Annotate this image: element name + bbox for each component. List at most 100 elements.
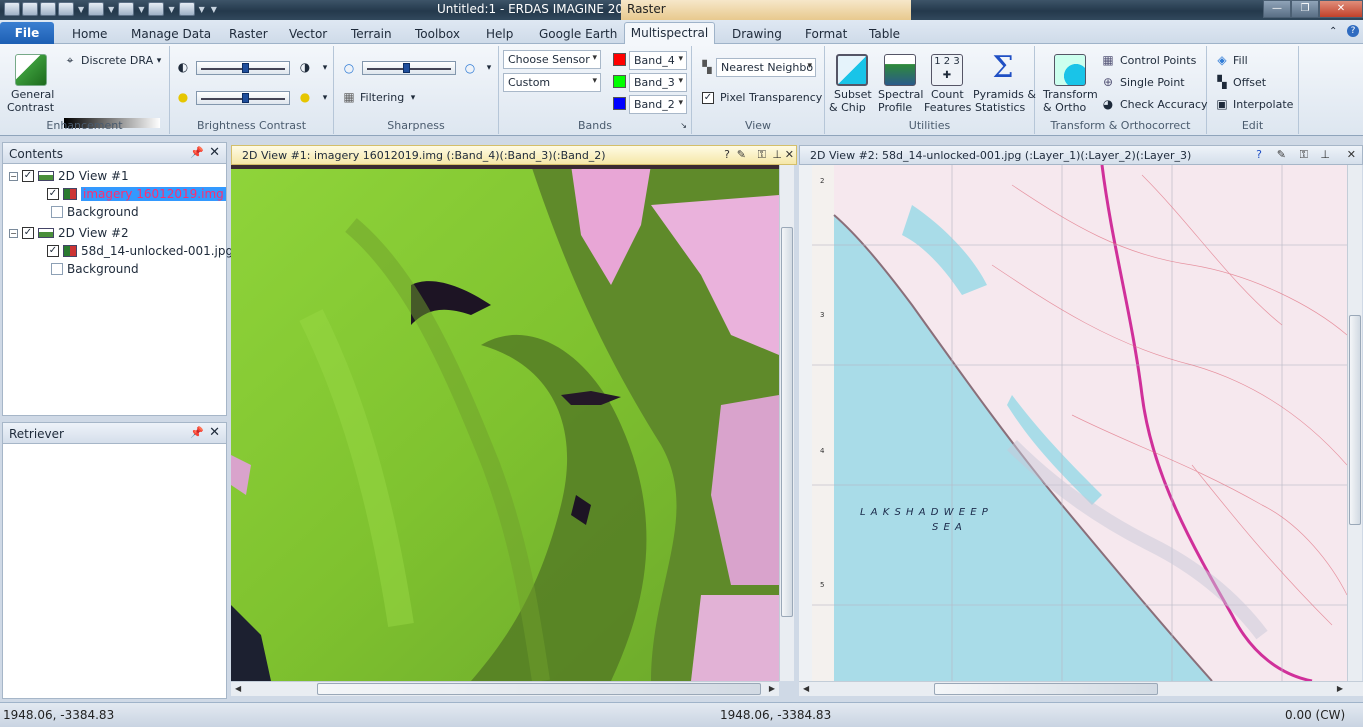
minimize-button[interactable]: — [1263,0,1291,18]
layer1-label[interactable]: imagery 16012019.img [81,187,226,201]
spectral-label[interactable]: Spectral [878,88,923,101]
view1-hscroll-thumb[interactable] [317,683,761,695]
tree-bg2[interactable]: Background [51,262,139,276]
tab-manage-data[interactable]: Manage Data [131,27,211,41]
open-icon[interactable] [22,2,38,16]
contrast-icon[interactable]: ◐ [176,60,190,74]
count-features-icon[interactable]: 1 2 3 ✚ [931,54,963,86]
tab-multispectral[interactable]: Multispectral [624,22,715,45]
offset-icon[interactable]: ▚ [1215,75,1229,89]
sharpness-max-icon[interactable]: ○ [463,61,477,75]
sharpness-min-icon[interactable]: ○ [342,61,356,75]
transform-ortho-icon[interactable] [1054,54,1086,86]
contrast-slider[interactable] [196,61,290,75]
view2-label[interactable]: 2D View #2 [58,226,129,240]
tab-help[interactable]: Help [486,27,513,41]
tree-view2[interactable]: − ✓ 2D View #2 [9,226,129,240]
interpolate-icon[interactable]: ▣ [1215,97,1229,111]
control-points-button[interactable]: Control Points [1120,54,1196,67]
fill-button[interactable]: Fill [1233,54,1248,67]
layer2-label[interactable]: 58d_14-unlocked-001.jpg [81,244,233,258]
discrete-dra-button[interactable]: Discrete DRA [81,54,153,67]
view2-vertical-scrollbar[interactable] [1347,165,1362,681]
pin-icon[interactable]: ⊥ [772,148,782,161]
chevron-down-icon[interactable]: ▾ [406,91,420,105]
spectral-profile-icon[interactable] [884,54,916,86]
interpolate-button[interactable]: Interpolate [1233,98,1293,111]
tab-raster[interactable]: Raster [229,27,268,41]
brightness-slider-thumb[interactable] [242,93,249,103]
pixel-transparency-label[interactable]: Pixel Transparency [720,91,822,104]
zoom-in-icon[interactable] [118,2,135,16]
pin-icon[interactable]: ⊥ [1320,148,1330,161]
scroll-right-icon[interactable]: ▶ [769,684,775,693]
dialog-launcher-icon[interactable]: ↘ [680,121,687,130]
contrast-slider-thumb[interactable] [242,63,249,73]
zoom-out-icon[interactable] [148,2,165,16]
close-icon[interactable]: ✕ [209,145,220,160]
collapse-icon[interactable]: − [9,171,18,181]
chevron-down-icon[interactable]: ▾ [318,61,332,75]
lock-icon[interactable]: ⚿ [758,148,766,162]
general-contrast-label-2[interactable]: Contrast [7,101,54,114]
close-icon[interactable]: ✕ [209,425,220,440]
fill-icon[interactable]: ◈ [1215,53,1229,67]
chevron-down-icon[interactable]: ▾ [482,61,496,75]
tab-google-earth[interactable]: Google Earth [539,27,617,41]
view2-horizontal-scrollbar[interactable]: ◀ ▶ [799,681,1363,696]
customize-toolbar-icon[interactable]: ▼ [211,5,217,14]
layer1-checkbox[interactable]: ✓ [47,188,59,200]
red-band-select[interactable]: Band_4 [629,51,687,70]
tab-home[interactable]: Home [72,27,107,41]
subset-label[interactable]: Subset [834,88,872,101]
pin-icon[interactable]: 📌 [190,426,204,439]
tools-icon[interactable]: ✎ [1277,148,1286,161]
view1-checkbox[interactable]: ✓ [22,170,34,182]
transform-label[interactable]: Transform [1043,88,1098,101]
select-pointer-icon[interactable] [88,2,105,16]
collapse-icon[interactable]: − [9,228,18,238]
sharpness-slider[interactable] [362,61,456,75]
close-button[interactable]: ✕ [1319,0,1363,18]
layer2-checkbox[interactable]: ✓ [47,245,59,257]
background-checkbox[interactable] [51,206,63,218]
offset-button[interactable]: Offset [1233,76,1266,89]
view1-horizontal-scrollbar[interactable]: ◀ ▶ [231,681,779,696]
view2-hscroll-thumb[interactable] [934,683,1158,695]
subset-chip-icon[interactable] [836,54,868,86]
tab-table[interactable]: Table [869,27,900,41]
scroll-left-icon[interactable]: ◀ [803,684,809,693]
view1-vscroll-thumb[interactable] [781,227,793,617]
spectral-label-2[interactable]: Profile [878,101,912,114]
restore-button[interactable]: ❐ [1291,0,1319,18]
brightness-slider[interactable] [196,91,290,105]
brightness-icon[interactable]: ● [176,90,190,104]
green-band-select[interactable]: Band_3 [629,73,687,92]
tree-view1[interactable]: − ✓ 2D View #1 [9,169,129,183]
tab-file[interactable]: File [0,22,54,44]
help-icon[interactable]: ? [724,148,730,161]
chevron-down-icon[interactable]: ▼ [138,5,144,14]
tools-icon[interactable]: ✎ [737,148,746,161]
control-points-icon[interactable]: ▦ [1101,53,1115,67]
general-contrast-label[interactable]: General [11,88,54,101]
pyramids-label[interactable]: Pyramids & [973,88,1036,101]
transform-label-2[interactable]: & Ortho [1043,101,1086,114]
pin-icon[interactable]: 📌 [190,146,204,159]
chevron-down-icon[interactable]: ▾ [152,54,166,68]
close-icon[interactable]: ✕ [785,148,794,161]
tab-toolbox[interactable]: Toolbox [415,27,460,41]
filter-icon[interactable]: ▦ [342,90,356,104]
count-label[interactable]: Count [931,88,964,101]
chevron-down-icon[interactable]: ▾ [318,91,332,105]
pixel-transparency-checkbox[interactable]: ✓ [702,92,714,104]
view1-label[interactable]: 2D View #1 [58,169,129,183]
scroll-left-icon[interactable]: ◀ [235,684,241,693]
subset-label-2[interactable]: & Chip [829,101,866,114]
view1-vertical-scrollbar[interactable] [779,165,794,681]
single-point-icon[interactable]: ⊕ [1101,75,1115,89]
pyramids-label-2[interactable]: Statistics [975,101,1025,114]
tab-vector[interactable]: Vector [289,27,327,41]
tab-terrain[interactable]: Terrain [351,27,392,41]
count-label-2[interactable]: Features [924,101,971,114]
